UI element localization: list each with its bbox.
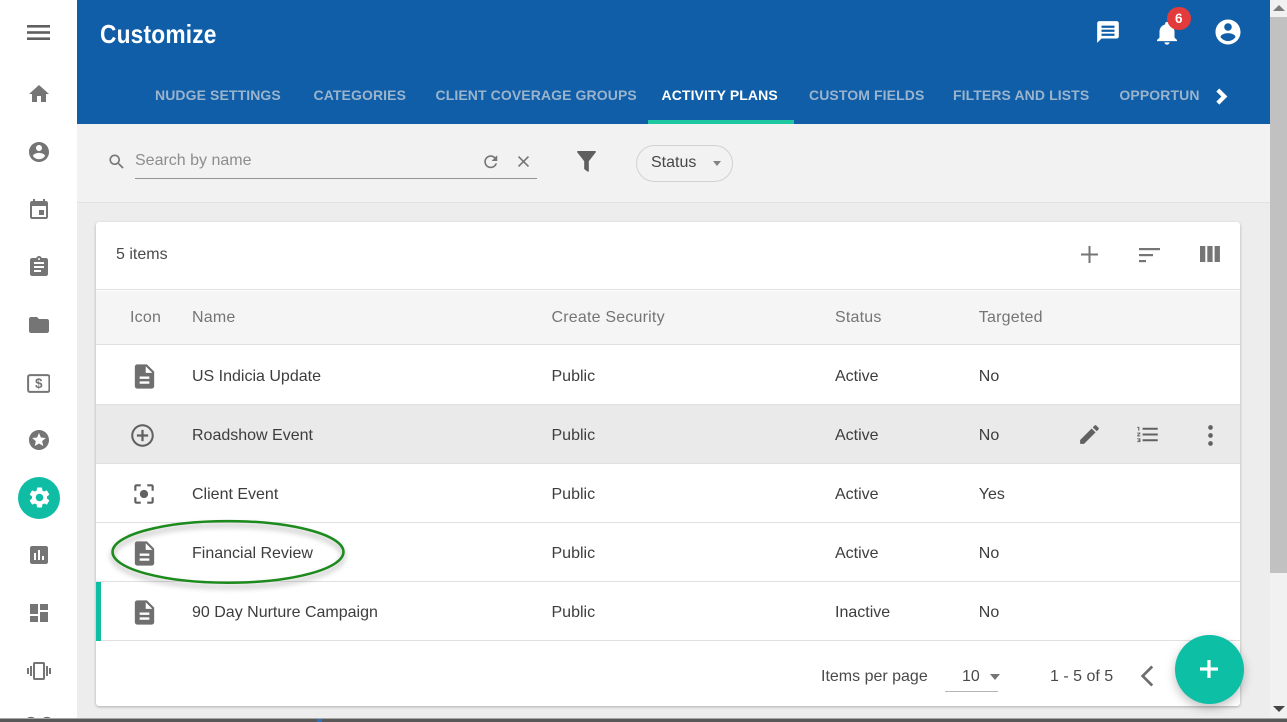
svg-text:$: $ — [35, 376, 43, 391]
